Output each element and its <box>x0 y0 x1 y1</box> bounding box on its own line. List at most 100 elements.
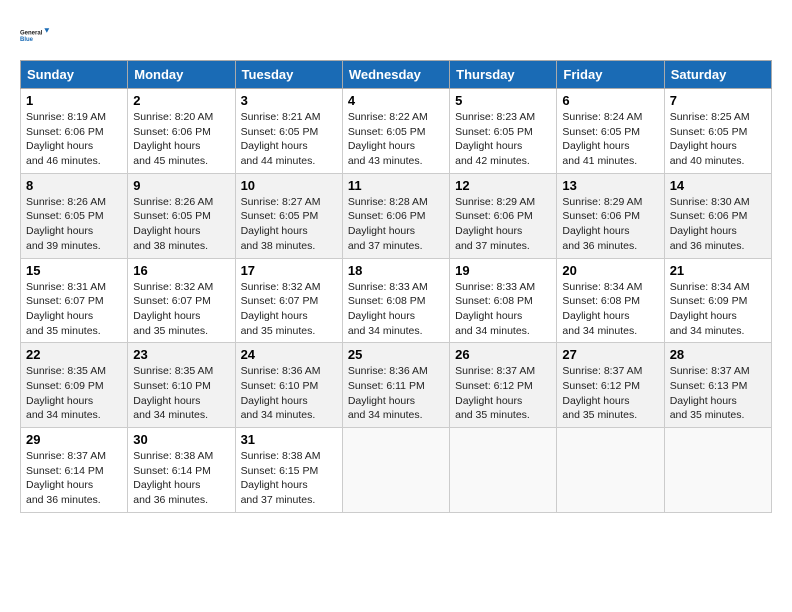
calendar-cell: 6 Sunrise: 8:24 AMSunset: 6:05 PMDayligh… <box>557 89 664 174</box>
calendar-table: SundayMondayTuesdayWednesdayThursdayFrid… <box>20 60 772 513</box>
weekday-header: Thursday <box>450 61 557 89</box>
day-number: 25 <box>348 347 444 362</box>
logo-icon: GeneralBlue <box>20 20 50 50</box>
calendar-cell: 17 Sunrise: 8:32 AMSunset: 6:07 PMDaylig… <box>235 258 342 343</box>
calendar-cell: 12 Sunrise: 8:29 AMSunset: 6:06 PMDaylig… <box>450 173 557 258</box>
day-info: Sunrise: 8:34 AMSunset: 6:08 PMDaylight … <box>562 281 642 337</box>
day-number: 31 <box>241 432 337 447</box>
calendar-week-row: 29 Sunrise: 8:37 AMSunset: 6:14 PMDaylig… <box>21 428 772 513</box>
day-number: 21 <box>670 263 766 278</box>
calendar-cell: 23 Sunrise: 8:35 AMSunset: 6:10 PMDaylig… <box>128 343 235 428</box>
day-number: 20 <box>562 263 658 278</box>
day-info: Sunrise: 8:26 AMSunset: 6:05 PMDaylight … <box>133 196 213 252</box>
calendar-cell: 7 Sunrise: 8:25 AMSunset: 6:05 PMDayligh… <box>664 89 771 174</box>
day-info: Sunrise: 8:32 AMSunset: 6:07 PMDaylight … <box>133 281 213 337</box>
day-info: Sunrise: 8:31 AMSunset: 6:07 PMDaylight … <box>26 281 106 337</box>
weekday-header: Friday <box>557 61 664 89</box>
day-number: 2 <box>133 93 229 108</box>
day-info: Sunrise: 8:19 AMSunset: 6:06 PMDaylight … <box>26 111 106 167</box>
day-info: Sunrise: 8:36 AMSunset: 6:11 PMDaylight … <box>348 365 428 421</box>
calendar-cell <box>342 428 449 513</box>
calendar-cell: 16 Sunrise: 8:32 AMSunset: 6:07 PMDaylig… <box>128 258 235 343</box>
weekday-header-row: SundayMondayTuesdayWednesdayThursdayFrid… <box>21 61 772 89</box>
day-number: 15 <box>26 263 122 278</box>
day-number: 4 <box>348 93 444 108</box>
day-number: 10 <box>241 178 337 193</box>
day-info: Sunrise: 8:20 AMSunset: 6:06 PMDaylight … <box>133 111 213 167</box>
calendar-cell: 30 Sunrise: 8:38 AMSunset: 6:14 PMDaylig… <box>128 428 235 513</box>
day-number: 12 <box>455 178 551 193</box>
day-info: Sunrise: 8:35 AMSunset: 6:09 PMDaylight … <box>26 365 106 421</box>
weekday-header: Wednesday <box>342 61 449 89</box>
calendar-cell: 2 Sunrise: 8:20 AMSunset: 6:06 PMDayligh… <box>128 89 235 174</box>
calendar-cell: 1 Sunrise: 8:19 AMSunset: 6:06 PMDayligh… <box>21 89 128 174</box>
day-info: Sunrise: 8:26 AMSunset: 6:05 PMDaylight … <box>26 196 106 252</box>
calendar-cell: 3 Sunrise: 8:21 AMSunset: 6:05 PMDayligh… <box>235 89 342 174</box>
calendar-cell: 25 Sunrise: 8:36 AMSunset: 6:11 PMDaylig… <box>342 343 449 428</box>
calendar-week-row: 22 Sunrise: 8:35 AMSunset: 6:09 PMDaylig… <box>21 343 772 428</box>
calendar-week-row: 1 Sunrise: 8:19 AMSunset: 6:06 PMDayligh… <box>21 89 772 174</box>
day-number: 3 <box>241 93 337 108</box>
calendar-cell: 13 Sunrise: 8:29 AMSunset: 6:06 PMDaylig… <box>557 173 664 258</box>
svg-text:Blue: Blue <box>20 37 34 43</box>
day-number: 5 <box>455 93 551 108</box>
day-number: 23 <box>133 347 229 362</box>
day-info: Sunrise: 8:37 AMSunset: 6:12 PMDaylight … <box>455 365 535 421</box>
calendar-cell <box>664 428 771 513</box>
day-info: Sunrise: 8:32 AMSunset: 6:07 PMDaylight … <box>241 281 321 337</box>
day-number: 17 <box>241 263 337 278</box>
day-number: 24 <box>241 347 337 362</box>
calendar-cell: 26 Sunrise: 8:37 AMSunset: 6:12 PMDaylig… <box>450 343 557 428</box>
day-number: 8 <box>26 178 122 193</box>
calendar-cell: 10 Sunrise: 8:27 AMSunset: 6:05 PMDaylig… <box>235 173 342 258</box>
day-info: Sunrise: 8:29 AMSunset: 6:06 PMDaylight … <box>455 196 535 252</box>
day-info: Sunrise: 8:21 AMSunset: 6:05 PMDaylight … <box>241 111 321 167</box>
calendar-cell: 18 Sunrise: 8:33 AMSunset: 6:08 PMDaylig… <box>342 258 449 343</box>
day-info: Sunrise: 8:27 AMSunset: 6:05 PMDaylight … <box>241 196 321 252</box>
day-number: 13 <box>562 178 658 193</box>
day-info: Sunrise: 8:37 AMSunset: 6:14 PMDaylight … <box>26 450 106 506</box>
day-info: Sunrise: 8:24 AMSunset: 6:05 PMDaylight … <box>562 111 642 167</box>
calendar-cell <box>450 428 557 513</box>
svg-text:General: General <box>20 30 43 36</box>
calendar-cell: 29 Sunrise: 8:37 AMSunset: 6:14 PMDaylig… <box>21 428 128 513</box>
day-info: Sunrise: 8:22 AMSunset: 6:05 PMDaylight … <box>348 111 428 167</box>
day-number: 18 <box>348 263 444 278</box>
day-number: 6 <box>562 93 658 108</box>
calendar-cell: 9 Sunrise: 8:26 AMSunset: 6:05 PMDayligh… <box>128 173 235 258</box>
calendar-cell <box>557 428 664 513</box>
day-number: 16 <box>133 263 229 278</box>
calendar-week-row: 15 Sunrise: 8:31 AMSunset: 6:07 PMDaylig… <box>21 258 772 343</box>
calendar-cell: 20 Sunrise: 8:34 AMSunset: 6:08 PMDaylig… <box>557 258 664 343</box>
calendar-cell: 21 Sunrise: 8:34 AMSunset: 6:09 PMDaylig… <box>664 258 771 343</box>
day-number: 19 <box>455 263 551 278</box>
logo: GeneralBlue <box>20 20 50 50</box>
day-info: Sunrise: 8:25 AMSunset: 6:05 PMDaylight … <box>670 111 750 167</box>
day-info: Sunrise: 8:37 AMSunset: 6:12 PMDaylight … <box>562 365 642 421</box>
day-number: 1 <box>26 93 122 108</box>
calendar-cell: 5 Sunrise: 8:23 AMSunset: 6:05 PMDayligh… <box>450 89 557 174</box>
day-info: Sunrise: 8:29 AMSunset: 6:06 PMDaylight … <box>562 196 642 252</box>
day-info: Sunrise: 8:28 AMSunset: 6:06 PMDaylight … <box>348 196 428 252</box>
day-info: Sunrise: 8:35 AMSunset: 6:10 PMDaylight … <box>133 365 213 421</box>
calendar-cell: 4 Sunrise: 8:22 AMSunset: 6:05 PMDayligh… <box>342 89 449 174</box>
day-info: Sunrise: 8:34 AMSunset: 6:09 PMDaylight … <box>670 281 750 337</box>
day-number: 27 <box>562 347 658 362</box>
calendar-cell: 28 Sunrise: 8:37 AMSunset: 6:13 PMDaylig… <box>664 343 771 428</box>
weekday-header: Tuesday <box>235 61 342 89</box>
day-info: Sunrise: 8:33 AMSunset: 6:08 PMDaylight … <box>348 281 428 337</box>
calendar-cell: 14 Sunrise: 8:30 AMSunset: 6:06 PMDaylig… <box>664 173 771 258</box>
calendar-cell: 11 Sunrise: 8:28 AMSunset: 6:06 PMDaylig… <box>342 173 449 258</box>
calendar-cell: 19 Sunrise: 8:33 AMSunset: 6:08 PMDaylig… <box>450 258 557 343</box>
day-number: 28 <box>670 347 766 362</box>
day-number: 14 <box>670 178 766 193</box>
weekday-header: Monday <box>128 61 235 89</box>
day-number: 29 <box>26 432 122 447</box>
calendar-week-row: 8 Sunrise: 8:26 AMSunset: 6:05 PMDayligh… <box>21 173 772 258</box>
page-header: GeneralBlue <box>20 20 772 50</box>
day-number: 22 <box>26 347 122 362</box>
day-number: 9 <box>133 178 229 193</box>
day-info: Sunrise: 8:37 AMSunset: 6:13 PMDaylight … <box>670 365 750 421</box>
day-info: Sunrise: 8:38 AMSunset: 6:15 PMDaylight … <box>241 450 321 506</box>
weekday-header: Saturday <box>664 61 771 89</box>
